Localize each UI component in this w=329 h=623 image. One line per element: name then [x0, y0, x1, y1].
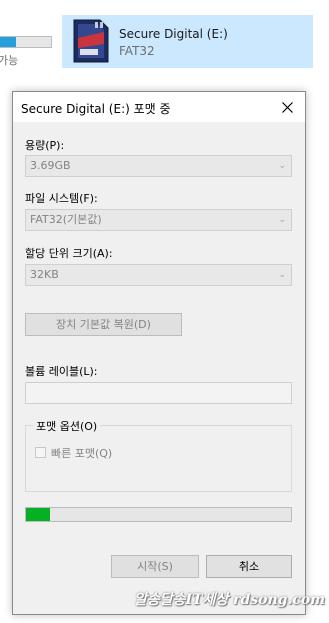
- watermark-text: 알송달송IT세상 rdsong.com: [134, 592, 326, 608]
- format-dialog: Secure Digital (E:) 포맷 중 용량(P): 3.69GB ⌄…: [12, 91, 306, 615]
- start-button[interactable]: 시작(S): [111, 555, 199, 578]
- close-icon: [281, 101, 293, 113]
- format-progress-fill: [26, 508, 50, 521]
- drive-tile-e[interactable]: Secure Digital (E:) FAT32: [62, 15, 313, 68]
- format-options-group: 포맷 옵션(O) 빠른 포맷(Q): [25, 418, 292, 492]
- chevron-down-icon: ⌄: [278, 161, 286, 171]
- cancel-button[interactable]: 취소: [206, 555, 292, 578]
- dialog-title: Secure Digital (E:) 포맷 중: [21, 102, 171, 116]
- quick-format-label: 빠른 포맷(Q): [51, 447, 113, 460]
- drive-filesystem: FAT32: [119, 44, 155, 58]
- sd-card-icon: [73, 19, 109, 63]
- filesystem-value: FAT32(기본값): [30, 213, 102, 226]
- explorer-caption: 가능: [0, 54, 19, 67]
- close-button[interactable]: [269, 92, 305, 122]
- format-options-title: 포맷 옵션(O): [33, 418, 101, 434]
- format-progress-bar: [25, 507, 292, 522]
- capacity-value: 3.69GB: [30, 159, 71, 172]
- dialog-titlebar: Secure Digital (E:) 포맷 중: [13, 92, 305, 122]
- allocation-label: 할당 단위 크기(A):: [25, 247, 113, 260]
- explorer-progress-bar: [0, 36, 52, 48]
- volume-label-input[interactable]: [25, 382, 292, 404]
- allocation-value: 32KB: [30, 268, 59, 281]
- volume-label-label: 볼륨 레이블(L):: [25, 365, 98, 378]
- allocation-select[interactable]: 32KB ⌄: [25, 264, 292, 286]
- capacity-label: 용량(P):: [25, 139, 65, 152]
- filesystem-label: 파일 시스템(F):: [25, 192, 98, 205]
- drive-name: Secure Digital (E:): [119, 27, 228, 41]
- chevron-down-icon: ⌄: [278, 270, 286, 280]
- chevron-down-icon: ⌄: [278, 215, 286, 225]
- restore-defaults-button[interactable]: 장치 기본값 복원(D): [25, 313, 182, 336]
- explorer-progress-fill: [0, 37, 17, 47]
- filesystem-select[interactable]: FAT32(기본값) ⌄: [25, 209, 292, 231]
- capacity-select[interactable]: 3.69GB ⌄: [25, 155, 292, 177]
- quick-format-checkbox[interactable]: [35, 447, 46, 458]
